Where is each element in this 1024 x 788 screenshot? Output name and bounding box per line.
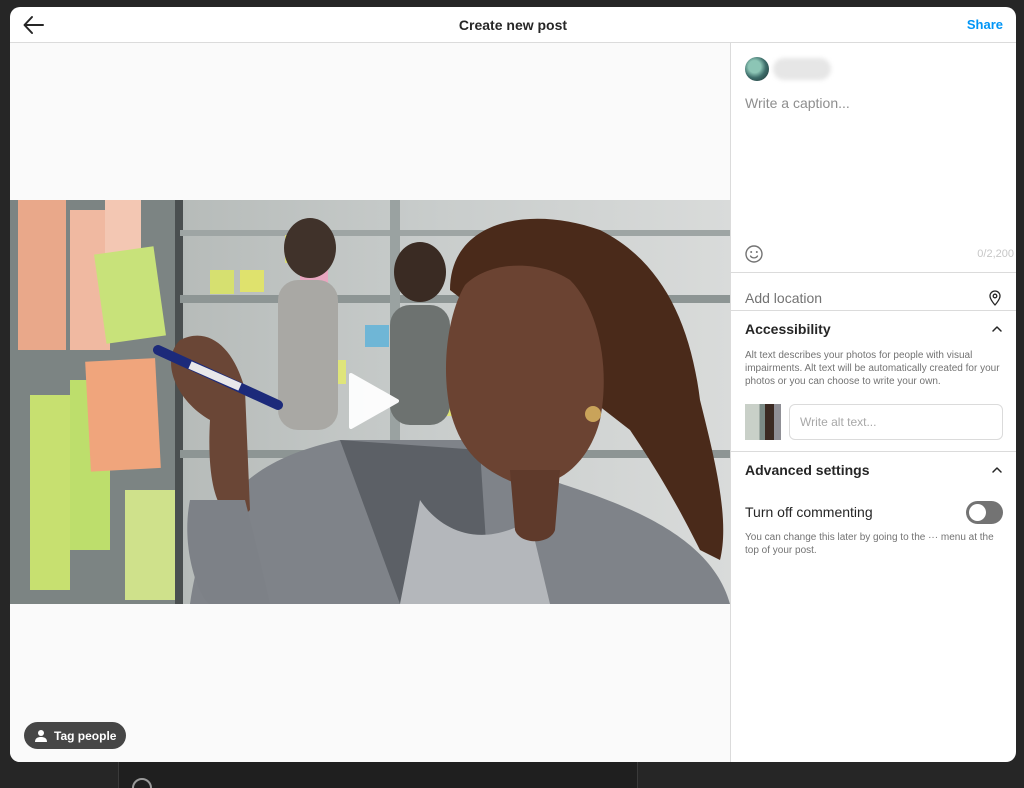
play-icon[interactable] (347, 371, 401, 431)
chevron-up-icon (992, 326, 1002, 332)
create-post-dialog: Create new post Share Tag people Write a… (10, 7, 1016, 762)
avatar (745, 57, 769, 81)
username-blurred (773, 58, 831, 80)
turn-off-commenting-label: Turn off commenting (745, 504, 873, 520)
caption-input[interactable] (745, 95, 1003, 225)
alt-text-input[interactable] (789, 404, 1003, 440)
accessibility-title: Accessibility (745, 321, 831, 337)
dialog-title: Create new post (458, 16, 568, 33)
video-preview[interactable] (10, 200, 730, 604)
commenting-note: You can change this later by going to th… (745, 532, 994, 556)
turn-off-commenting-row: Turn off commenting (745, 499, 1003, 525)
media-preview-pane: Tag people (10, 43, 730, 762)
advanced-settings-title: Advanced settings (745, 462, 870, 478)
back-arrow-icon[interactable] (22, 13, 46, 37)
location-pin-icon (989, 290, 1001, 306)
location-input[interactable] (745, 290, 987, 306)
advanced-settings-section-toggle[interactable]: Advanced settings (731, 452, 1016, 488)
media-thumbnail (745, 404, 781, 440)
caption-char-count: 0/2,200 (977, 248, 1014, 260)
dialog-header: Create new post Share (10, 7, 1016, 43)
emoji-icon[interactable] (744, 244, 764, 264)
person-icon (35, 729, 47, 742)
background-feed-strip (118, 762, 638, 788)
author-row (745, 57, 831, 81)
toggle-knob (969, 503, 986, 521)
divider (731, 272, 1016, 273)
turn-off-commenting-toggle[interactable] (966, 500, 1003, 524)
share-button[interactable]: Share (967, 17, 1003, 32)
post-details-sidebar: 0/2,200 Accessibility Alt text describes… (730, 43, 1016, 762)
accessibility-section-toggle[interactable]: Accessibility (731, 311, 1016, 347)
chevron-up-icon (992, 467, 1002, 473)
tag-people-button[interactable]: Tag people (24, 722, 127, 749)
tag-people-label: Tag people (54, 728, 117, 743)
accessibility-description: Alt text describes your photos for peopl… (745, 350, 1000, 387)
